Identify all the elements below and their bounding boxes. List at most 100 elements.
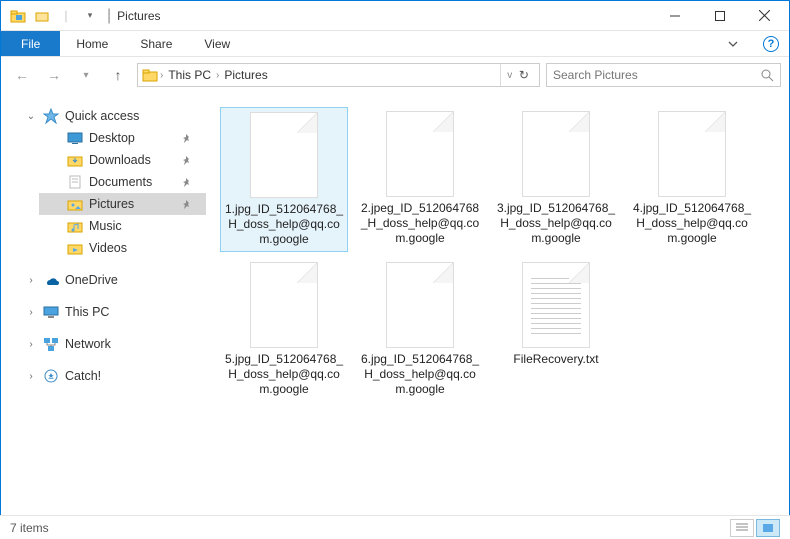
sidebar-item-label: This PC: [65, 305, 109, 319]
downloads-icon: [67, 152, 83, 168]
file-item[interactable]: 5.jpg_ID_512064768_H_doss_help@qq.com.go…: [220, 258, 348, 401]
sidebar-item-documents[interactable]: Documents: [39, 171, 206, 193]
file-thumbnail: [250, 262, 318, 348]
sidebar-item-label: Pictures: [89, 197, 134, 211]
qat-divider: |: [55, 5, 77, 27]
folder-icon: [142, 67, 158, 83]
sidebar-item-videos[interactable]: Videos: [39, 237, 206, 259]
sidebar-item-label: OneDrive: [65, 273, 118, 287]
pin-icon: [181, 177, 192, 188]
file-item[interactable]: 1.jpg_ID_512064768_H_doss_help@qq.com.go…: [220, 107, 348, 252]
sidebar-item-network[interactable]: › Network: [11, 333, 206, 355]
sidebar-item-label: Documents: [89, 175, 152, 189]
file-thumbnail: [386, 111, 454, 197]
up-button[interactable]: ↑: [105, 62, 131, 88]
sidebar-item-pictures[interactable]: Pictures: [39, 193, 206, 215]
thumbnails-view-button[interactable]: [756, 519, 780, 537]
close-button[interactable]: [742, 1, 787, 30]
sidebar-item-onedrive[interactable]: › OneDrive: [11, 269, 206, 291]
file-thumbnail: [522, 262, 590, 348]
title-bar: | ▾ | Pictures: [1, 1, 789, 31]
item-count: 7 items: [10, 521, 49, 535]
pin-icon: [181, 133, 192, 144]
chevron-right-icon[interactable]: ›: [25, 339, 37, 350]
chevron-right-icon[interactable]: ›: [160, 70, 163, 81]
file-grid[interactable]: 1.jpg_ID_512064768_H_doss_help@qq.com.go…: [206, 93, 789, 513]
sidebar-item-catch[interactable]: › Catch!: [11, 365, 206, 387]
qat-dropdown[interactable]: ▾: [79, 5, 101, 27]
pin-icon: [181, 155, 192, 166]
file-item[interactable]: FileRecovery.txt: [492, 258, 620, 401]
window-title: Pictures: [117, 9, 160, 23]
pictures-icon: [67, 196, 83, 212]
thispc-icon: [43, 304, 59, 320]
desktop-icon: [67, 130, 83, 146]
breadcrumb-item[interactable]: Pictures: [221, 68, 270, 82]
sidebar-item-downloads[interactable]: Downloads: [39, 149, 206, 171]
chevron-down-icon[interactable]: ⌄: [25, 111, 37, 122]
file-item[interactable]: 6.jpg_ID_512064768_H_doss_help@qq.com.go…: [356, 258, 484, 401]
sidebar-item-label: Music: [89, 219, 122, 233]
sidebar-item-label: Network: [65, 337, 111, 351]
ribbon-expand-button[interactable]: [713, 31, 753, 56]
videos-icon: [67, 240, 83, 256]
file-name: 4.jpg_ID_512064768_H_doss_help@qq.com.go…: [630, 201, 754, 246]
file-name: FileRecovery.txt: [494, 352, 618, 367]
file-thumbnail: [658, 111, 726, 197]
search-icon[interactable]: [760, 68, 774, 82]
music-icon: [67, 218, 83, 234]
breadcrumb[interactable]: › This PC › Pictures v ↻: [137, 63, 540, 87]
breadcrumb-item[interactable]: This PC: [165, 68, 214, 82]
ribbon: File Home Share View ?: [1, 31, 789, 57]
file-name: 6.jpg_ID_512064768_H_doss_help@qq.com.go…: [358, 352, 482, 397]
search-input[interactable]: [553, 68, 754, 82]
file-name: 5.jpg_ID_512064768_H_doss_help@qq.com.go…: [222, 352, 346, 397]
maximize-button[interactable]: [697, 1, 742, 30]
sidebar-item-thispc[interactable]: › This PC: [11, 301, 206, 323]
documents-icon: [67, 174, 83, 190]
explorer-icon: [7, 5, 29, 27]
sidebar-item-label: Videos: [89, 241, 127, 255]
refresh-button[interactable]: v ↻: [500, 64, 535, 86]
details-view-button[interactable]: [730, 519, 754, 537]
quick-access-header[interactable]: ⌄ Quick access: [11, 105, 206, 127]
file-thumbnail: [250, 112, 318, 198]
network-icon: [43, 336, 59, 352]
forward-button[interactable]: →: [41, 62, 67, 88]
chevron-right-icon[interactable]: ›: [216, 70, 219, 81]
sidebar-item-label: Downloads: [89, 153, 151, 167]
sidebar-item-music[interactable]: Music: [39, 215, 206, 237]
chevron-right-icon[interactable]: ›: [25, 275, 37, 286]
sidebar-item-label: Desktop: [89, 131, 135, 145]
file-item[interactable]: 3.jpg_ID_512064768_H_doss_help@qq.com.go…: [492, 107, 620, 252]
tab-home[interactable]: Home: [60, 31, 124, 56]
star-icon: [43, 108, 59, 124]
chevron-right-icon[interactable]: ›: [25, 371, 37, 382]
minimize-button[interactable]: [652, 1, 697, 30]
quick-access-toolbar: | ▾: [3, 5, 101, 27]
file-name: 1.jpg_ID_512064768_H_doss_help@qq.com.go…: [222, 202, 346, 247]
file-item[interactable]: 2.jpeg_ID_512064768_H_doss_help@qq.com.g…: [356, 107, 484, 252]
tab-share[interactable]: Share: [124, 31, 188, 56]
status-bar: 7 items: [0, 515, 790, 539]
file-name: 3.jpg_ID_512064768_H_doss_help@qq.com.go…: [494, 201, 618, 246]
file-thumbnail: [522, 111, 590, 197]
search-box[interactable]: [546, 63, 781, 87]
sidebar-item-label: Catch!: [65, 369, 101, 383]
folder-icon[interactable]: [31, 5, 53, 27]
quick-access-label: Quick access: [65, 109, 139, 123]
navigation-pane: ⌄ Quick access Desktop Downloads Documents…: [1, 93, 206, 513]
back-button[interactable]: ←: [9, 62, 35, 88]
sidebar-item-desktop[interactable]: Desktop: [39, 127, 206, 149]
file-thumbnail: [386, 262, 454, 348]
help-button[interactable]: ?: [763, 36, 779, 52]
recent-dropdown[interactable]: ▾: [73, 62, 99, 88]
file-item[interactable]: 4.jpg_ID_512064768_H_doss_help@qq.com.go…: [628, 107, 756, 252]
catch-icon: [43, 368, 59, 384]
onedrive-icon: [43, 272, 59, 288]
chevron-right-icon[interactable]: ›: [25, 307, 37, 318]
file-tab[interactable]: File: [1, 31, 60, 56]
title-separator: |: [107, 7, 111, 25]
tab-view[interactable]: View: [188, 31, 246, 56]
pin-icon: [181, 199, 192, 210]
